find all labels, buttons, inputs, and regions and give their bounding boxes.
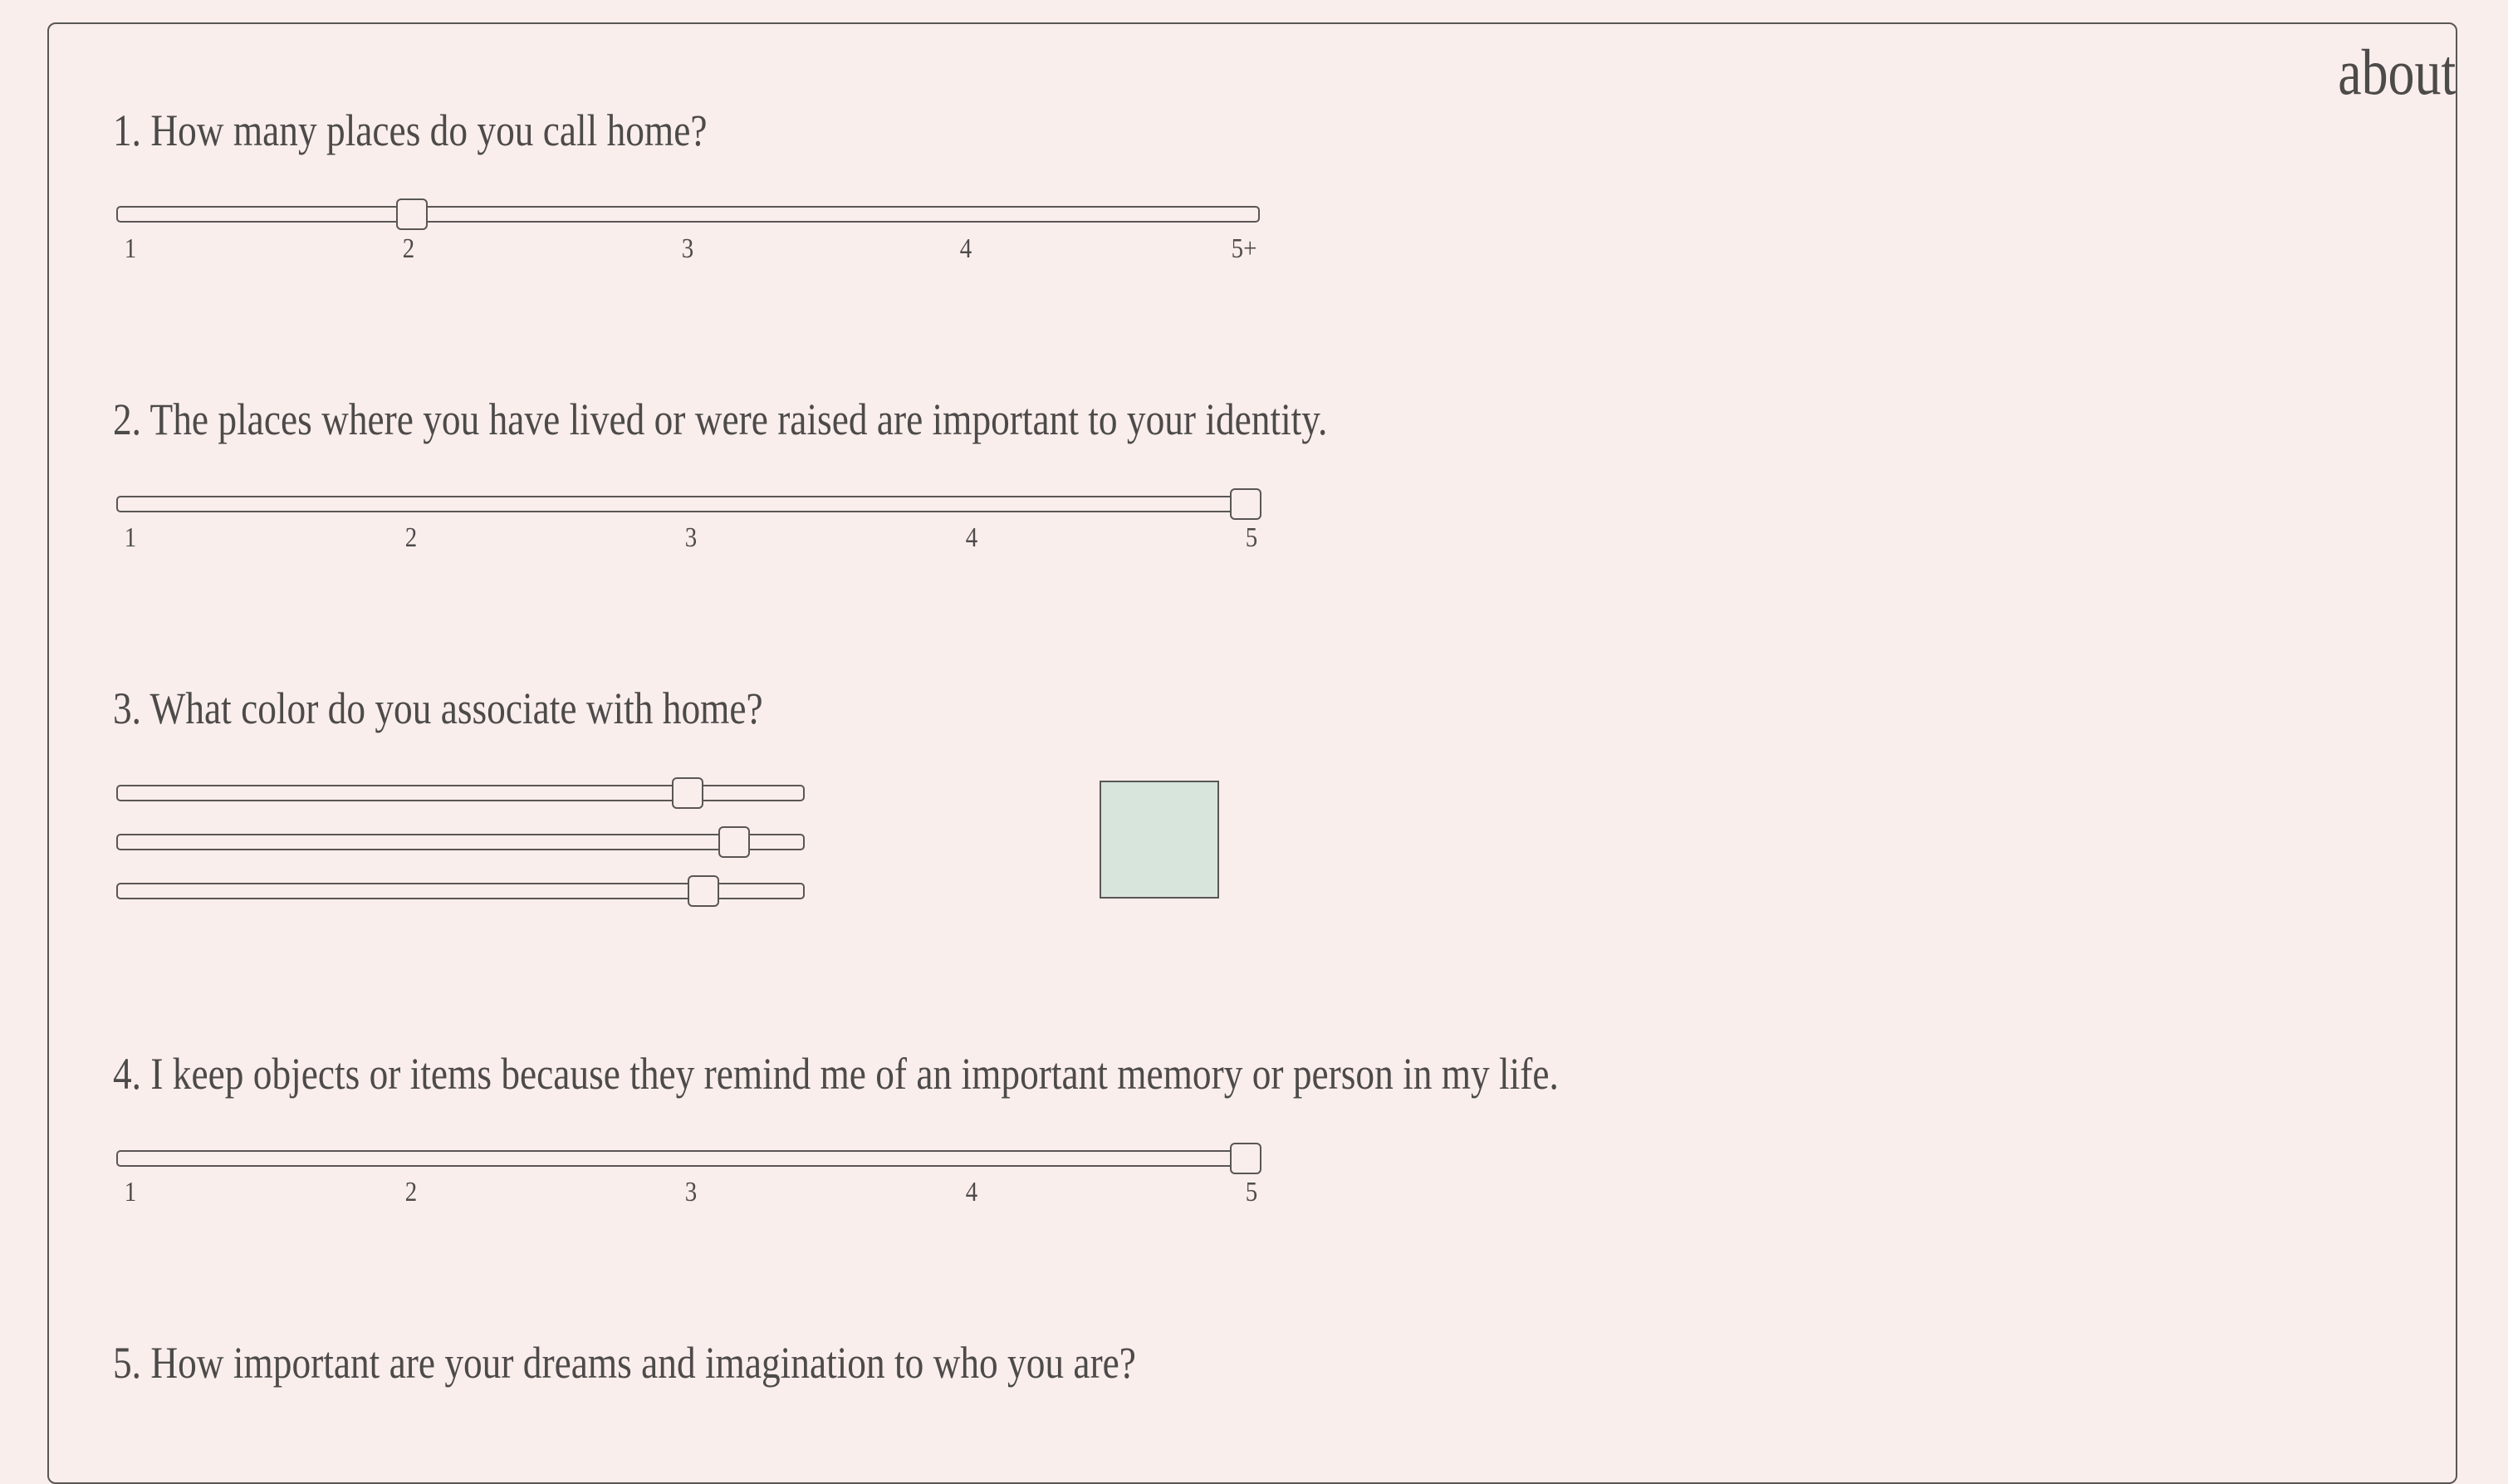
color-slider-green[interactable]	[116, 826, 805, 858]
question-4-tick-4: 4	[965, 1177, 977, 1207]
question-2-tick-1: 1	[124, 522, 137, 553]
question-2-slider[interactable]	[116, 488, 1261, 520]
question-4-text: 4. I keep objects or items because they …	[113, 1049, 1559, 1099]
color-slider-blue-thumb[interactable]	[687, 875, 719, 907]
color-slider-green-thumb[interactable]	[718, 826, 750, 858]
color-slider-red[interactable]	[116, 777, 805, 809]
question-1-tick-5: 5+	[1231, 233, 1257, 264]
question-2-tick-2: 2	[404, 522, 417, 553]
question-1-tick-2: 2	[403, 233, 415, 264]
color-slider-red-thumb[interactable]	[671, 777, 703, 809]
question-1-slider-thumb[interactable]	[395, 198, 428, 230]
question-5-text: 5. How important are your dreams and ima…	[113, 1338, 1136, 1388]
question-3-text: 3. What color do you associate with home…	[113, 683, 763, 733]
question-2-tick-5: 5	[1245, 522, 1258, 553]
question-2-tick-4: 4	[965, 522, 977, 553]
question-2-tick-3: 3	[684, 522, 698, 553]
question-1-tick-3: 3	[681, 233, 693, 264]
question-1-slider[interactable]	[116, 198, 1260, 230]
question-1-tick-1: 1	[124, 233, 137, 264]
about-link[interactable]: about	[2338, 40, 2456, 105]
question-4-tick-5: 5	[1245, 1177, 1258, 1207]
question-2-text: 2. The places where you have lived or we…	[113, 394, 1328, 444]
question-1-text: 1. How many places do you call home?	[113, 105, 708, 155]
question-2-slider-thumb[interactable]	[1230, 488, 1261, 520]
question-1-tick-4: 4	[959, 233, 972, 264]
question-4-tick-2: 2	[404, 1177, 417, 1207]
question-4-slider-thumb[interactable]	[1230, 1143, 1261, 1174]
question-4-slider[interactable]	[116, 1143, 1261, 1174]
color-preview-swatch	[1100, 781, 1219, 899]
color-slider-blue[interactable]	[116, 875, 805, 907]
question-4-tick-3: 3	[684, 1177, 698, 1207]
question-4-tick-1: 1	[124, 1177, 137, 1207]
